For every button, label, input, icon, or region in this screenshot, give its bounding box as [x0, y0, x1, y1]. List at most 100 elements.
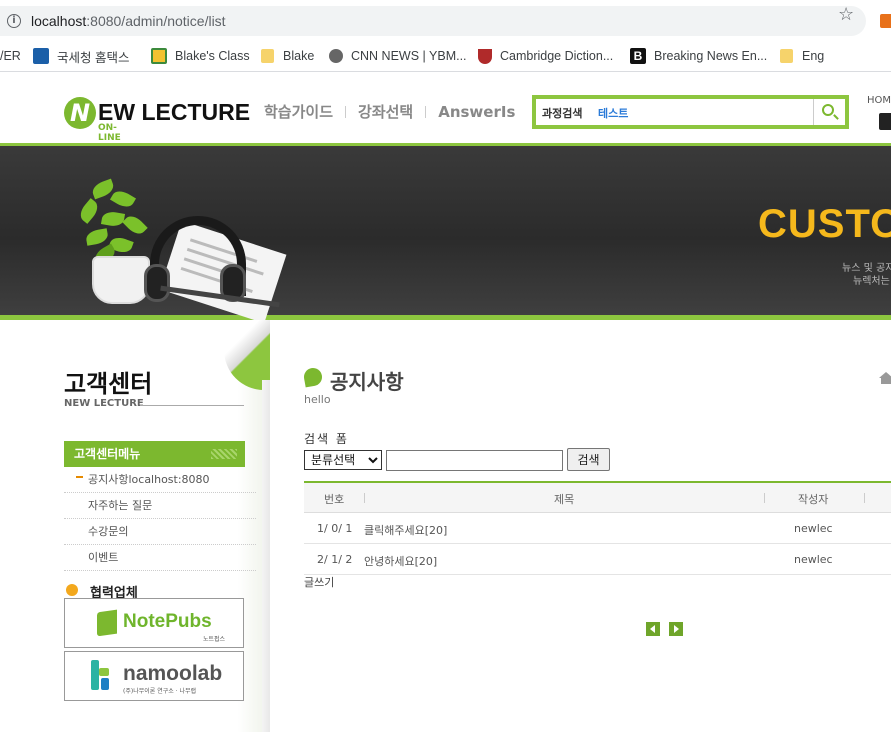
course-search-input[interactable]: 테스트 — [598, 105, 628, 121]
speech-bubble-icon — [302, 366, 324, 388]
pot-image — [92, 256, 150, 304]
column-divider — [764, 493, 765, 503]
column-header-number: 번호 — [324, 493, 345, 506]
cell-number: 1/ 0/ 1 — [317, 522, 353, 535]
page-subtitle: hello — [304, 393, 331, 406]
course-search-button[interactable] — [813, 99, 845, 125]
sidebar-item-inquiry[interactable]: 수강문의 — [64, 519, 256, 545]
b-icon: B — [630, 48, 646, 64]
bookmark-star-icon[interactable]: ☆ — [838, 4, 854, 25]
partner-namoolab[interactable]: namoolab (주)나무이론 연구소 · 나무랩 — [64, 651, 244, 701]
column-divider — [864, 493, 865, 503]
search-icon — [822, 104, 834, 116]
bookmark-item[interactable]: B Breaking News En... — [630, 46, 767, 66]
partner-name: namoolab — [123, 662, 223, 685]
sidebar-item-label: 이벤트 — [88, 551, 119, 564]
partner-notepubs[interactable]: NotePubs 노트펍스 — [64, 598, 244, 648]
bookmark-item[interactable]: 국세청 홈택스 — [33, 46, 129, 66]
sidebar-item-notice[interactable]: 공지사항localhost:8080 — [64, 467, 256, 493]
bookmark-item[interactable]: Cambridge Diction... — [478, 46, 613, 66]
column-header-title: 제목 — [554, 493, 575, 506]
cell-number: 2/ 1/ 2 — [317, 553, 353, 566]
page-title: 공지사항 — [330, 370, 404, 394]
folder-icon — [780, 49, 793, 63]
sidebar-menu: 공지사항localhost:8080 자주하는 질문 수강문의 이벤트 — [64, 467, 256, 571]
table-row[interactable]: 1/ 0/ 1 클릭해주세요[20] newlec — [304, 513, 891, 544]
next-page-icon[interactable] — [669, 622, 683, 636]
category-select[interactable]: 분류선택 — [304, 450, 382, 470]
sidebar-edge — [262, 380, 270, 732]
table-header: 번호 제목 작성자 — [304, 483, 891, 513]
sidebar-item-faq[interactable]: 자주하는 질문 — [64, 493, 256, 519]
bookmark-label: Blake — [283, 49, 315, 63]
sidebar-item-label: 공지사항localhost:8080 — [88, 473, 210, 486]
active-bullet-icon — [76, 476, 83, 478]
bookmark-item[interactable]: /ER — [0, 46, 21, 66]
partner-small-text: 노트펍스 — [203, 636, 226, 643]
url-text[interactable]: localhost:8080/admin/notice/list — [31, 13, 226, 29]
banner-title: CUSTO — [758, 202, 891, 246]
home-icon[interactable] — [879, 372, 891, 384]
hero-banner: CUSTO 뉴스 및 공지 뉴렉처는 — [0, 143, 891, 324]
partner-small-text: (주)나무이론 연구소 · 나무랩 — [123, 688, 197, 695]
nav-divider — [425, 105, 427, 118]
logo-text: EW LECTURE — [98, 99, 251, 125]
cambridge-icon — [478, 48, 492, 64]
classroom-icon — [151, 48, 167, 64]
bookmark-label: Breaking News En... — [654, 49, 768, 63]
pattern-decoration — [211, 449, 237, 459]
write-link[interactable]: 글쓰기 — [304, 574, 334, 590]
bookmark-label: Blake's Class — [175, 49, 250, 63]
bookmark-label: Eng — [802, 49, 825, 63]
cell-title-link[interactable]: 안녕하세요[20] — [364, 553, 437, 569]
nav-learning-guide[interactable]: 학습가이드 — [264, 101, 333, 122]
nav-answeris[interactable]: AnswerIs — [438, 103, 515, 121]
play-button-icon[interactable] — [879, 113, 891, 130]
divider — [140, 405, 244, 406]
logo-n-icon: N — [64, 97, 96, 129]
sidebar-title: 고객센터 — [64, 370, 153, 398]
sidebar-item-label: 자주하는 질문 — [88, 499, 153, 512]
sidebar-menu-header: 고객센터메뉴 — [64, 441, 245, 467]
folder-icon — [261, 49, 274, 63]
info-icon[interactable]: i — [7, 14, 21, 28]
bookmark-label: CNN NEWS | YBM... — [351, 49, 467, 63]
headphone-ear — [144, 264, 170, 302]
bookmark-label: /ER — [0, 49, 21, 63]
partner-name: NotePubs — [123, 611, 212, 632]
site-header: N EW LECTURE ON-LINE 학습가이드 강좌선택 AnswerIs… — [0, 73, 891, 145]
sidebar-item-event[interactable]: 이벤트 — [64, 545, 256, 571]
nav-divider — [345, 105, 347, 118]
cell-writer: newlec — [794, 522, 833, 535]
bookmark-item[interactable]: Eng — [780, 46, 824, 66]
search-form-label: 검색 폼 — [304, 432, 349, 446]
search-button[interactable]: 검색 — [567, 448, 610, 471]
home-link[interactable]: HOM — [867, 95, 891, 106]
search-input[interactable] — [386, 450, 563, 471]
logo-subtext: ON-LINE — [98, 123, 121, 143]
url-path: :8080/admin/notice/list — [86, 13, 226, 29]
extension-icon[interactable] — [880, 14, 891, 28]
nav-course-select[interactable]: 강좌선택 — [358, 101, 413, 122]
namoolab-logo-icon — [91, 660, 111, 690]
course-search-label: 과정검색 — [542, 107, 583, 120]
bookmarks-bar: /ER 국세청 홈택스 Blake's Class Blake CNN NEWS… — [0, 44, 891, 72]
menu-header-label: 고객센터메뉴 — [74, 447, 141, 461]
bookmark-label: Cambridge Diction... — [500, 49, 614, 63]
bookmark-label: 국세청 홈택스 — [57, 50, 130, 65]
sidebar-item-label: 수강문의 — [88, 525, 129, 538]
browser-toolbar: i localhost:8080/admin/notice/list ☆ — [0, 0, 891, 44]
notice-table: 번호 제목 작성자 1/ 0/ 1 클릭해주세요[20] newlec 2/ 1… — [304, 481, 891, 575]
bookmark-item[interactable]: Blake — [261, 46, 314, 66]
prev-page-icon[interactable] — [646, 622, 660, 636]
course-search-box[interactable]: 과정검색 테스트 — [532, 95, 849, 129]
bookmark-item[interactable]: CNN NEWS | YBM... — [329, 46, 467, 66]
pagination — [646, 622, 683, 636]
globe-icon — [329, 49, 343, 63]
column-divider — [364, 493, 365, 503]
cell-title-link[interactable]: 클릭해주세요[20] — [364, 522, 447, 538]
table-row[interactable]: 2/ 1/ 2 안녕하세요[20] newlec — [304, 544, 891, 575]
address-bar[interactable]: i localhost:8080/admin/notice/list — [0, 6, 866, 36]
sidebar: 고객센터 NEW LECTURE 고객센터메뉴 공지사항localhost:80… — [0, 320, 270, 732]
bookmark-item[interactable]: Blake's Class — [151, 46, 250, 66]
